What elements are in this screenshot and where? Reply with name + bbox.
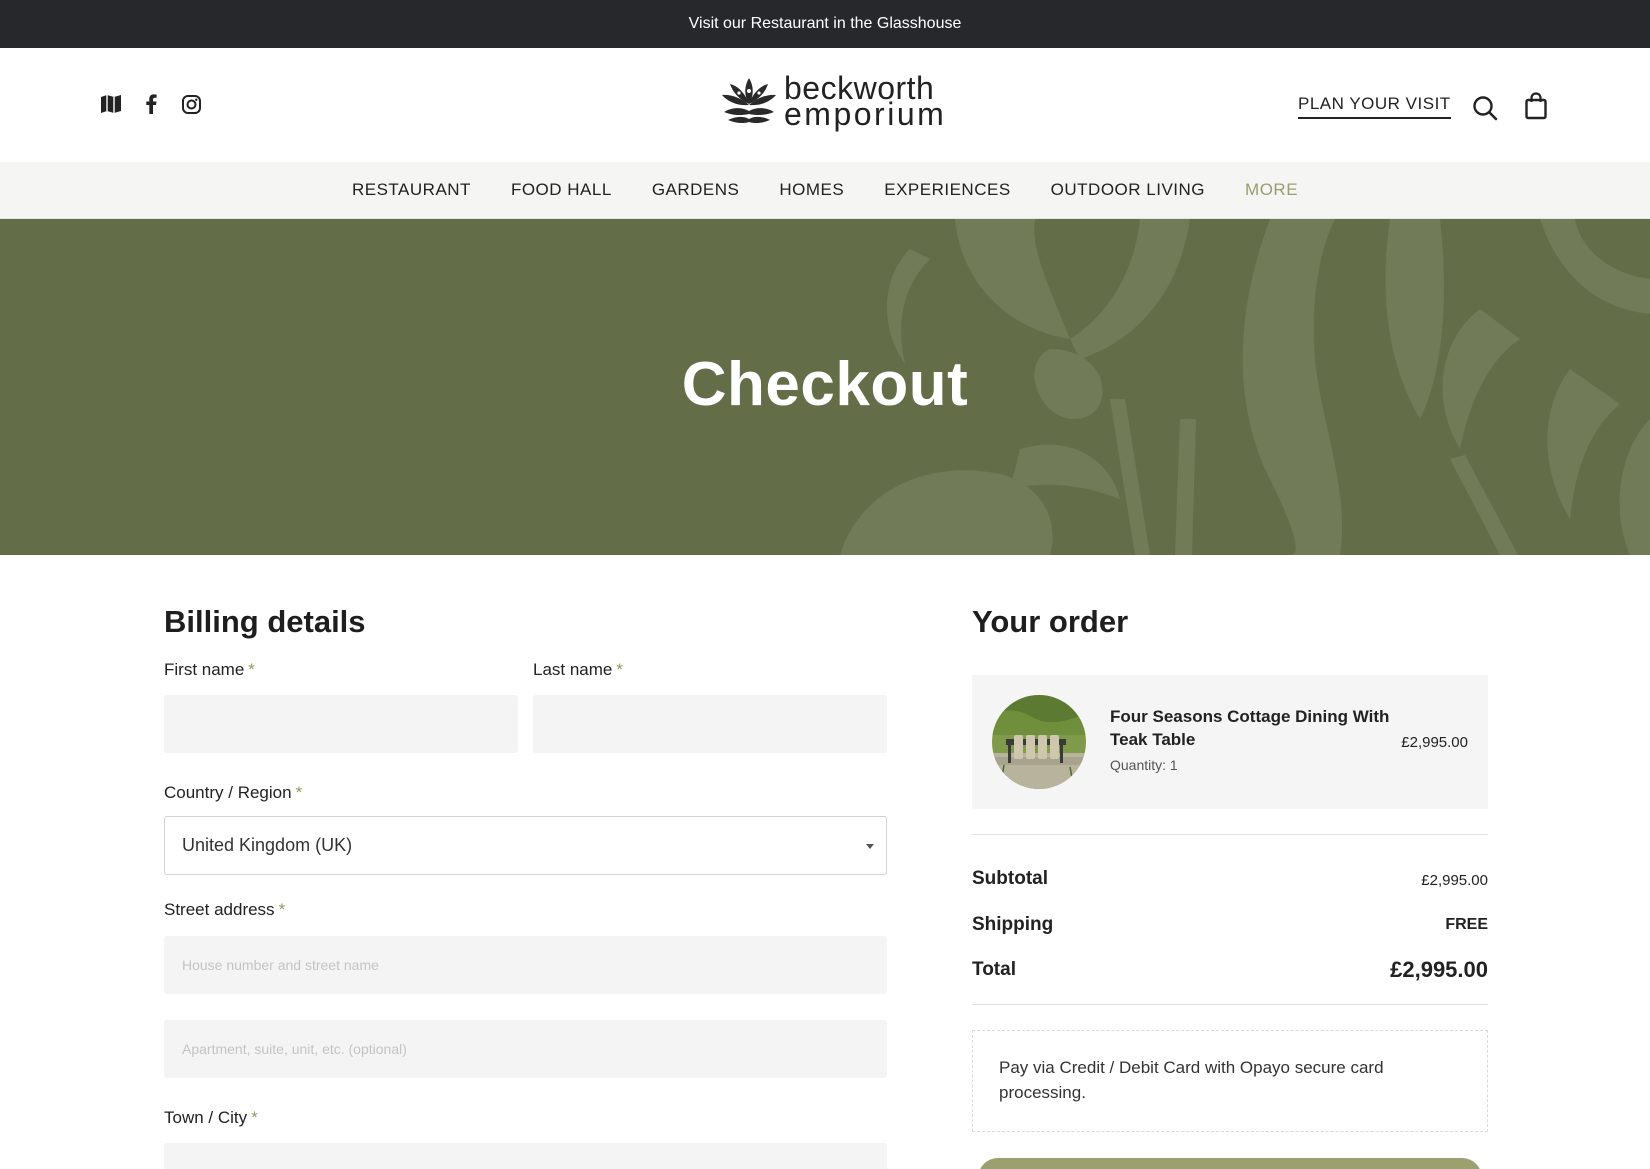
subtotal-label: Subtotal xyxy=(972,868,1048,889)
nav-item-gardens[interactable]: GARDENS xyxy=(652,180,740,200)
product-thumbnail[interactable] xyxy=(992,695,1086,789)
site-header: beckworth emporium PLAN YOUR VISIT xyxy=(0,48,1650,162)
apartment-placeholder: Apartment, suite, unit, etc. (optional) xyxy=(182,1041,407,1057)
product-quantity: Quantity: 1 xyxy=(1110,757,1178,773)
lotus-emblem-icon xyxy=(722,78,776,124)
main-nav: RESTAURANT FOOD HALL GARDENS HOMES EXPER… xyxy=(0,162,1650,219)
town-city-input[interactable] xyxy=(164,1143,887,1169)
shipping-value: FREE xyxy=(1445,916,1488,933)
billing-details-title: Billing details xyxy=(164,604,366,639)
nav-item-restaurant[interactable]: RESTAURANT xyxy=(352,180,471,200)
nav-item-outdoor-living[interactable]: OUTDOOR LIVING xyxy=(1051,180,1205,200)
order-item: Four Seasons Cottage Dining With Teak Ta… xyxy=(972,675,1488,809)
nav-item-experiences[interactable]: EXPERIENCES xyxy=(884,180,1010,200)
country-label-text: Country / Region xyxy=(164,783,292,802)
total-label: Total xyxy=(972,959,1016,980)
required-marker: * xyxy=(616,660,624,679)
apartment-input[interactable]: Apartment, suite, unit, etc. (optional) xyxy=(164,1020,887,1078)
place-order-button[interactable] xyxy=(978,1158,1482,1169)
payment-method-box: Pay via Credit / Debit Card with Opayo s… xyxy=(972,1030,1488,1132)
plan-your-visit-link[interactable]: PLAN YOUR VISIT xyxy=(1298,94,1451,119)
facebook-icon[interactable] xyxy=(140,93,162,115)
chevron-down-icon xyxy=(866,844,874,849)
logo[interactable]: beckworth emporium xyxy=(720,72,947,132)
last-name-input[interactable] xyxy=(533,695,887,753)
last-name-label: Last name * xyxy=(533,660,623,680)
required-marker: * xyxy=(248,660,255,679)
your-order-title: Your order xyxy=(972,604,1129,639)
town-city-label: Town / City * xyxy=(164,1108,258,1128)
social-links xyxy=(100,93,202,115)
logo-line-2: emporium xyxy=(784,96,947,132)
order-divider xyxy=(972,834,1488,835)
nav-item-homes[interactable]: HOMES xyxy=(779,180,844,200)
country-label: Country / Region * xyxy=(164,783,302,803)
subtotal-value: £2,995.00 xyxy=(1421,872,1488,889)
street-address-label: Street address * xyxy=(164,900,285,920)
street-address-placeholder: House number and street name xyxy=(182,957,379,973)
street-address-input[interactable]: House number and street name xyxy=(164,936,887,994)
town-city-label-text: Town / City xyxy=(164,1108,248,1127)
payment-description: Pay via Credit / Debit Card with Opayo s… xyxy=(999,1058,1384,1102)
totals-divider xyxy=(972,1004,1488,1005)
street-address-label-text: Street address xyxy=(164,900,275,919)
search-icon[interactable] xyxy=(1472,95,1498,121)
country-select[interactable]: United Kingdom (UK) xyxy=(164,816,887,875)
product-price: £2,995.00 xyxy=(1401,734,1468,751)
nav-item-more[interactable]: MORE xyxy=(1245,180,1298,200)
instagram-icon[interactable] xyxy=(180,93,202,115)
country-selected-value: United Kingdom (UK) xyxy=(182,835,353,855)
nav-item-food-hall[interactable]: FOOD HALL xyxy=(511,180,612,200)
hero-banner: Checkout xyxy=(0,219,1650,555)
announcement-text[interactable]: Visit our Restaurant in the Glasshouse xyxy=(689,15,962,33)
first-name-label-text: First name xyxy=(164,660,245,679)
last-name-label-text: Last name xyxy=(533,660,613,679)
required-marker: * xyxy=(278,900,286,919)
required-marker: * xyxy=(295,783,303,802)
announcement-bar: Visit our Restaurant in the Glasshouse xyxy=(0,0,1650,48)
shipping-label: Shipping xyxy=(972,914,1054,935)
total-value: £2,995.00 xyxy=(1390,957,1488,982)
required-marker: * xyxy=(251,1108,258,1127)
first-name-label: First name * xyxy=(164,660,255,680)
page-title: Checkout xyxy=(681,350,969,419)
logo-wordmark: beckworth emporium xyxy=(784,72,947,132)
map-icon[interactable] xyxy=(100,93,122,115)
first-name-input[interactable] xyxy=(164,695,518,753)
shopping-bag-icon[interactable] xyxy=(1524,92,1548,120)
product-name[interactable]: Four Seasons Cottage Dining With Teak Ta… xyxy=(1110,705,1400,751)
